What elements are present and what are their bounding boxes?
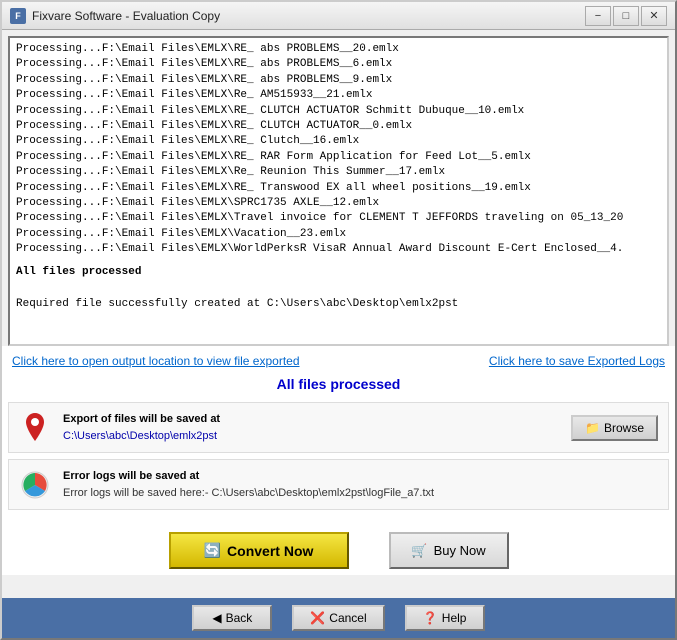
convert-icon: 🔄	[204, 542, 221, 559]
error-info-text: Error logs will be saved at Error logs w…	[63, 468, 658, 501]
export-label: Export of files will be saved at	[63, 411, 571, 428]
log-line: Processing...F:\Email Files\EMLX\RE_ abs…	[16, 57, 661, 72]
window-controls: − □ ✕	[585, 6, 667, 26]
log-line: Processing...F:\Email Files\EMLX\RE_ CLU…	[16, 104, 661, 119]
error-info-row: Error logs will be saved at Error logs w…	[8, 459, 669, 510]
log-line: Processing...F:\Email Files\EMLX\RE_ CLU…	[16, 119, 661, 134]
bottom-nav-bar: ◀ Back ❌ Cancel ❓ Help	[2, 598, 675, 638]
log-line: Processing...F:\Email Files\EMLX\Re_ Reu…	[16, 165, 661, 180]
log-line: Processing...F:\Email Files\EMLX\WorldPe…	[16, 242, 661, 257]
action-row: 🔄 Convert Now 🛒 Buy Now	[2, 522, 675, 575]
cancel-label: Cancel	[329, 611, 366, 625]
pie-chart-icon	[19, 469, 51, 501]
middle-section: Export of files will be saved at C:\User…	[2, 402, 675, 522]
cancel-icon: ❌	[310, 611, 325, 625]
save-logs-link[interactable]: Click here to save Exported Logs	[489, 354, 665, 368]
log-line: Processing...F:\Email Files\EMLX\Travel …	[16, 211, 661, 226]
convert-now-button[interactable]: 🔄 Convert Now	[169, 532, 349, 569]
folder-icon: 📁	[585, 421, 600, 435]
log-line: Processing...F:\Email Files\EMLX\RE_ abs…	[16, 42, 661, 57]
browse-label: Browse	[604, 421, 644, 435]
maximize-button[interactable]: □	[613, 6, 639, 26]
app-window: F Fixvare Software - Evaluation Copy − □…	[0, 0, 677, 640]
close-button[interactable]: ✕	[641, 6, 667, 26]
back-button[interactable]: ◀ Back	[192, 605, 272, 631]
help-button[interactable]: ❓ Help	[405, 605, 485, 631]
links-row: Click here to open output location to vi…	[2, 346, 675, 372]
cart-icon: 🛒	[411, 543, 427, 559]
back-label: Back	[226, 611, 253, 625]
convert-label: Convert Now	[227, 543, 313, 559]
log-line: Processing...F:\Email Files\EMLX\RE_ Tra…	[16, 181, 661, 196]
cancel-button[interactable]: ❌ Cancel	[292, 605, 384, 631]
export-info-row: Export of files will be saved at C:\User…	[8, 402, 669, 453]
log-line: Processing...F:\Email Files\EMLX\SPRC173…	[16, 196, 661, 211]
log-success-line: Required file successfully created at C:…	[16, 297, 661, 312]
help-label: Help	[442, 611, 467, 625]
window-title: Fixvare Software - Evaluation Copy	[32, 9, 585, 23]
log-line: Processing...F:\Email Files\EMLX\RE_ RAR…	[16, 150, 661, 165]
export-path: C:\Users\abc\Desktop\emlx2pst	[63, 428, 571, 445]
log-line: Processing...F:\Email Files\EMLX\Vacatio…	[16, 227, 661, 242]
app-icon: F	[10, 8, 26, 24]
browse-button[interactable]: 📁 Browse	[571, 415, 658, 441]
log-status-line: All files processed	[16, 265, 661, 280]
error-path: Error logs will be saved here:- C:\Users…	[63, 485, 658, 502]
buy-now-button[interactable]: 🛒 Buy Now	[389, 532, 509, 569]
location-icon	[19, 412, 51, 444]
help-icon: ❓	[423, 611, 438, 625]
back-icon: ◀	[212, 611, 221, 625]
status-banner: All files processed	[2, 372, 675, 402]
log-line: Processing...F:\Email Files\EMLX\RE_ abs…	[16, 73, 661, 88]
log-line: Processing...F:\Email Files\EMLX\Re_ AM5…	[16, 88, 661, 103]
buy-label: Buy Now	[434, 543, 486, 558]
log-line: Processing...F:\Email Files\EMLX\RE_ Clu…	[16, 134, 661, 149]
error-label: Error logs will be saved at	[63, 468, 658, 485]
title-bar: F Fixvare Software - Evaluation Copy − □…	[2, 2, 675, 30]
minimize-button[interactable]: −	[585, 6, 611, 26]
log-output: Processing...F:\Email Files\EMLX\RE_ abs…	[8, 36, 669, 346]
export-info-text: Export of files will be saved at C:\User…	[63, 411, 571, 444]
output-location-link[interactable]: Click here to open output location to vi…	[12, 354, 300, 368]
